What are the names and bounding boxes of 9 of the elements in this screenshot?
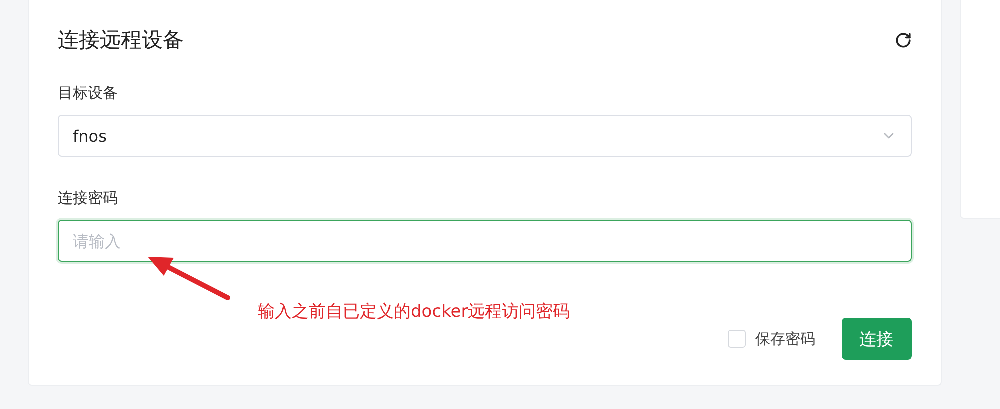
device-select[interactable]: fnos [58,115,912,157]
password-field[interactable]: 请输入 [58,220,912,262]
checkbox-label[interactable]: 保存密码 [756,330,816,348]
refresh-icon[interactable] [894,32,912,48]
field-label: 目标设备 [58,83,119,104]
annotation-text: 输入之前自已定义的docker远程访问密码 [258,301,570,323]
card-title: 连接远程设备 [58,27,184,54]
checkbox[interactable] [728,330,746,348]
field-label: 连接密码 [58,188,119,209]
